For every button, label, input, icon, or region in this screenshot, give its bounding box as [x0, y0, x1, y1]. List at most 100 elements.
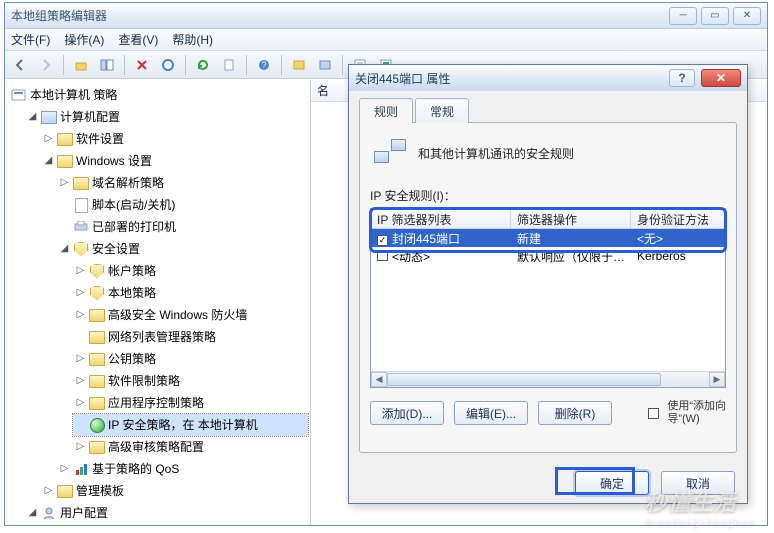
ok-button[interactable]: 确定 — [575, 471, 649, 495]
root-icon — [11, 88, 27, 102]
collapse-icon[interactable]: ◢ — [59, 244, 70, 255]
tree-user-config[interactable]: ◢用户配置 — [25, 502, 308, 524]
menu-view[interactable]: 查看(V) — [118, 31, 158, 48]
remove-button[interactable]: 删除(R) — [538, 401, 612, 425]
properties-button[interactable] — [157, 54, 179, 76]
tree-security-settings[interactable]: ◢ 安全设置 — [57, 238, 308, 260]
cancel-button[interactable]: 取消 — [661, 471, 735, 495]
expand-icon[interactable]: ▷ — [75, 376, 86, 387]
menu-action[interactable]: 操作(A) — [64, 31, 104, 48]
tree-name-resolution[interactable]: ▷ 域名解析策略 — [57, 172, 308, 194]
scroll-left-icon[interactable]: ◀ — [371, 372, 387, 387]
maximize-button[interactable]: ▭ — [701, 7, 729, 25]
expand-icon[interactable]: ▷ — [75, 266, 86, 277]
user-icon — [41, 506, 57, 520]
minimize-button[interactable]: ─ — [669, 7, 697, 25]
tree-pane[interactable]: 本地计算机 策略 ◢ 计算机配置 ▷ 软件设置 — [5, 80, 311, 525]
ip-security-icon — [89, 418, 105, 432]
row-checkbox[interactable] — [377, 235, 388, 246]
expand-icon[interactable]: ▷ — [75, 288, 86, 299]
tree-user-software[interactable]: ▷软件设置 — [41, 524, 308, 525]
tree-advanced-audit[interactable]: ▷ 高级审核策略配置 — [73, 436, 308, 458]
tree-network-list-mgr[interactable]: 网络列表管理器策略 — [73, 326, 308, 348]
tree-label: 域名解析策略 — [92, 173, 164, 193]
folder-icon — [57, 132, 73, 146]
tree-label: 安全设置 — [92, 239, 140, 259]
tree-label: 公钥策略 — [108, 349, 156, 369]
expand-icon[interactable]: ▷ — [75, 442, 86, 453]
tree-scripts[interactable]: 脚本(启动/关机) — [57, 194, 308, 216]
scroll-right-icon[interactable]: ▶ — [709, 372, 725, 387]
row-checkbox[interactable] — [377, 250, 388, 261]
main-title: 本地组策略编辑器 — [11, 7, 107, 24]
rules-listbox[interactable]: IP 筛选器列表 筛选器操作 身份验证方法 封闭445端口 新建 <无> <动态… — [370, 208, 726, 388]
collapse-icon[interactable]: ◢ — [27, 112, 38, 123]
help-button[interactable]: ? — [253, 54, 275, 76]
tree-deployed-printers[interactable]: 已部署的打印机 — [57, 216, 308, 238]
use-wizard-checkbox[interactable] — [648, 408, 659, 419]
show-hide-tree-button[interactable] — [96, 54, 118, 76]
tree-label: IP 安全策略，在 本地计算机 — [108, 415, 258, 435]
tree-label: 高级审核策略配置 — [108, 437, 204, 457]
tree-label: 管理模板 — [76, 481, 124, 501]
tree-admin-templates[interactable]: ▷ 管理模板 — [41, 480, 308, 502]
tree-public-key[interactable]: ▷ 公钥策略 — [73, 348, 308, 370]
tab-general[interactable]: 常规 — [415, 98, 469, 123]
folder-icon — [89, 396, 105, 410]
use-wizard-label-2: 导”(W) — [667, 413, 726, 426]
menu-file[interactable]: 文件(F) — [11, 31, 50, 48]
rules-row[interactable]: 封闭445端口 新建 <无> — [371, 229, 725, 247]
scroll-thumb[interactable] — [387, 373, 661, 386]
tree-policy-qos[interactable]: ▷基于策略的 QoS — [57, 458, 308, 480]
delete-button[interactable] — [131, 54, 153, 76]
tree-software-settings[interactable]: ▷ 软件设置 — [41, 128, 308, 150]
export-button[interactable] — [218, 54, 240, 76]
tree-label: 网络列表管理器策略 — [108, 327, 216, 347]
edit-button[interactable]: 编辑(E)... — [454, 401, 528, 425]
cell-filter-list: <动态> — [392, 250, 430, 264]
col-filter-list[interactable]: IP 筛选器列表 — [371, 209, 511, 228]
refresh-button[interactable] — [192, 54, 214, 76]
expand-icon[interactable]: ▷ — [43, 134, 54, 145]
printer-icon — [73, 220, 89, 234]
col-filter-action[interactable]: 筛选器操作 — [511, 209, 631, 228]
tab-rules[interactable]: 规则 — [359, 98, 413, 123]
tree-ip-security[interactable]: IP 安全策略，在 本地计算机 — [73, 414, 308, 436]
action-button-1[interactable] — [288, 54, 310, 76]
dialog-close-button[interactable]: ✕ — [701, 69, 741, 87]
expand-icon[interactable]: ▷ — [59, 464, 70, 475]
menu-help[interactable]: 帮助(H) — [172, 31, 213, 48]
nav-back-button[interactable] — [9, 54, 31, 76]
nav-forward-button[interactable] — [35, 54, 57, 76]
rules-row[interactable]: <动态> 默认响应（仅限于… Kerberos — [371, 247, 725, 265]
dialog-help-button[interactable]: ? — [669, 69, 695, 87]
svg-text:?: ? — [261, 60, 266, 70]
tree-windows-settings[interactable]: ◢ Windows 设置 — [41, 150, 308, 172]
folder-icon — [57, 484, 73, 498]
col-auth-method[interactable]: 身份验证方法 — [631, 209, 725, 228]
tree-local-policies[interactable]: ▷本地策略 — [73, 282, 308, 304]
use-wizard-label: 使用“添加向 — [667, 400, 726, 413]
rules-description: 和其他计算机通讯的安全规则 — [418, 145, 574, 162]
expand-icon[interactable]: ▷ — [75, 398, 86, 409]
expand-icon[interactable]: ▷ — [43, 486, 54, 497]
tree-software-restrict[interactable]: ▷软件限制策略 — [73, 370, 308, 392]
tree-root[interactable]: 本地计算机 策略 — [9, 84, 308, 106]
expand-icon[interactable]: ▷ — [59, 178, 70, 189]
tree-label: 帐户策略 — [108, 261, 156, 281]
tree-advanced-firewall[interactable]: ▷高级安全 Windows 防火墙 — [73, 304, 308, 326]
action-button-2[interactable] — [314, 54, 336, 76]
tree-computer-config[interactable]: ◢ 计算机配置 — [25, 106, 308, 128]
tab-rules-panel: 和其他计算机通讯的安全规则 IP 安全规则(I)： IP 筛选器列表 筛选器操作… — [359, 122, 737, 453]
collapse-icon[interactable]: ◢ — [27, 508, 38, 519]
tree-app-control[interactable]: ▷应用程序控制策略 — [73, 392, 308, 414]
tree-account-policies[interactable]: ▷ 帐户策略 — [73, 260, 308, 282]
expand-icon[interactable]: ▷ — [75, 310, 86, 321]
up-level-button[interactable] — [70, 54, 92, 76]
expand-icon[interactable]: ▷ — [75, 354, 86, 365]
horizontal-scrollbar[interactable]: ◀ ▶ — [371, 371, 725, 387]
add-button[interactable]: 添加(D)... — [370, 401, 444, 425]
close-button[interactable]: ✕ — [733, 7, 761, 25]
collapse-icon[interactable]: ◢ — [43, 156, 54, 167]
folder-icon — [89, 352, 105, 366]
